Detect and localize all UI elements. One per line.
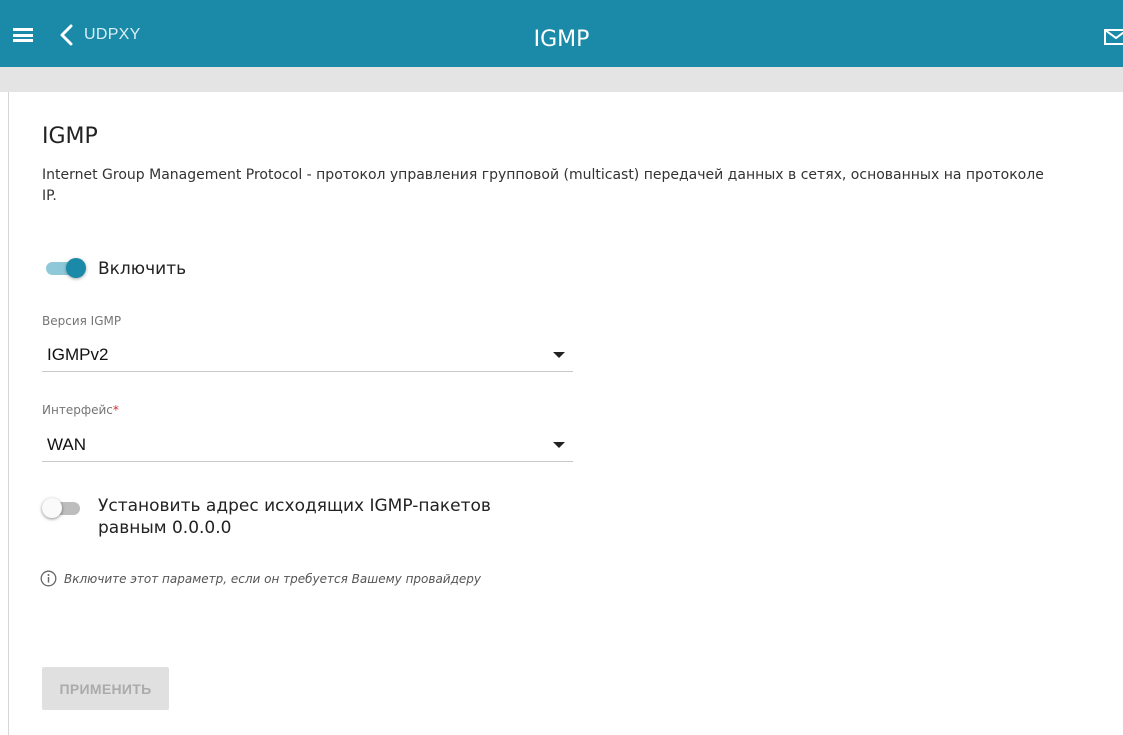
- section-title: IGMP: [42, 124, 98, 149]
- interface-label-text: Интерфейс: [42, 403, 113, 417]
- apply-button[interactable]: ПРИМЕНИТЬ: [42, 667, 169, 710]
- page-title: IGMP: [533, 27, 590, 52]
- caret-down-icon: [553, 442, 565, 448]
- igmp-version-label: Версия IGMP: [42, 314, 122, 328]
- hint-row: Включите этот параметр, если он требуетс…: [40, 570, 481, 587]
- interface-label: Интерфейс*: [42, 403, 119, 417]
- enable-toggle-label: Включить: [98, 259, 187, 279]
- info-icon: [40, 570, 57, 587]
- zero-address-toggle-label: Установить адрес исходящих IGMP-пакетов …: [98, 495, 491, 539]
- igmp-version-value: IGMPv2: [47, 345, 109, 364]
- enable-toggle[interactable]: [42, 254, 86, 282]
- zero-address-label-line2: равным 0.0.0.0: [98, 518, 232, 538]
- required-mark: *: [112, 403, 119, 417]
- interface-value: WAN: [47, 435, 87, 454]
- top-app-bar: UDPXY IGMP: [0, 0, 1123, 67]
- mail-icon[interactable]: [1104, 29, 1123, 45]
- interface-select[interactable]: WAN: [42, 427, 573, 462]
- section-description: Internet Group Management Protocol - про…: [42, 167, 1044, 204]
- header-shadow-bar: [0, 67, 1123, 92]
- hint-text: Включите этот параметр, если он требуетс…: [64, 571, 481, 586]
- zero-address-label-line1: Установить адрес исходящих IGMP-пакетов: [98, 496, 491, 516]
- caret-down-icon: [553, 352, 565, 358]
- zero-address-toggle[interactable]: [42, 494, 86, 522]
- igmp-version-select[interactable]: IGMPv2: [42, 337, 573, 372]
- settings-panel: IGMP Internet Group Management Protocol …: [8, 92, 1119, 735]
